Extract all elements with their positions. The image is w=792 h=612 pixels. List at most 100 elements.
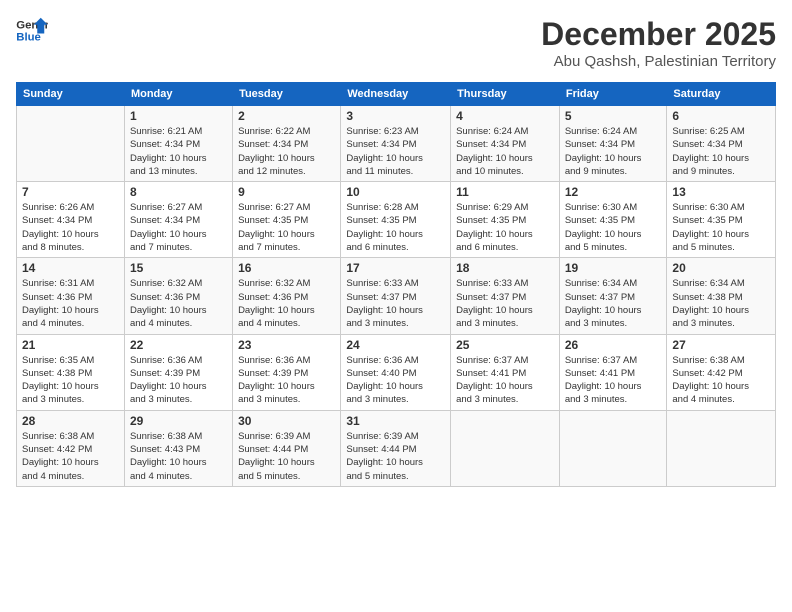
title-section: December 2025 Abu Qashsh, Palestinian Te… xyxy=(541,16,776,70)
calendar-cell: 30 Sunrise: 6:39 AM Sunset: 4:44 PM Dayli… xyxy=(233,410,341,486)
day-info: Sunrise: 6:24 AM Sunset: 4:34 PM Dayligh… xyxy=(456,125,554,178)
calendar-cell: 5 Sunrise: 6:24 AM Sunset: 4:34 PM Daylig… xyxy=(559,106,667,182)
month-title: December 2025 xyxy=(541,16,776,53)
day-info: Sunrise: 6:22 AM Sunset: 4:34 PM Dayligh… xyxy=(238,125,335,178)
day-info: Sunrise: 6:36 AM Sunset: 4:39 PM Dayligh… xyxy=(130,354,227,407)
day-number: 1 xyxy=(130,109,227,123)
day-number: 4 xyxy=(456,109,554,123)
day-number: 8 xyxy=(130,185,227,199)
calendar-cell: 19Sunrise: 6:34 AM Sunset: 4:37 PM Dayli… xyxy=(559,258,667,334)
calendar-cell: 29 Sunrise: 6:38 AM Sunset: 4:43 PM Dayli… xyxy=(124,410,232,486)
calendar-cell xyxy=(559,410,667,486)
calendar-cell: 14 Sunrise: 6:31 AM Sunset: 4:36 PM Dayli… xyxy=(17,258,125,334)
day-info: Sunrise: 6:39 AM Sunset: 4:44 PM Dayligh… xyxy=(238,430,335,483)
day-info: Sunrise: 6:39 AM Sunset: 4:44 PM Dayligh… xyxy=(346,430,445,483)
day-number: 26 xyxy=(565,338,662,352)
calendar-table: SundayMondayTuesdayWednesdayThursdayFrid… xyxy=(16,82,776,487)
day-number: 17 xyxy=(346,261,445,275)
day-number: 27 xyxy=(672,338,770,352)
calendar-week-4: 21Sunrise: 6:35 AM Sunset: 4:38 PM Dayli… xyxy=(17,334,776,410)
day-info: Sunrise: 6:21 AM Sunset: 4:34 PM Dayligh… xyxy=(130,125,227,178)
calendar-week-1: 1 Sunrise: 6:21 AM Sunset: 4:34 PM Daylig… xyxy=(17,106,776,182)
day-info: Sunrise: 6:24 AM Sunset: 4:34 PM Dayligh… xyxy=(565,125,662,178)
calendar-header-sunday: Sunday xyxy=(17,83,125,106)
day-number: 9 xyxy=(238,185,335,199)
calendar-cell: 1 Sunrise: 6:21 AM Sunset: 4:34 PM Daylig… xyxy=(124,106,232,182)
day-info: Sunrise: 6:32 AM Sunset: 4:36 PM Dayligh… xyxy=(130,277,227,330)
calendar-cell: 28Sunrise: 6:38 AM Sunset: 4:42 PM Dayli… xyxy=(17,410,125,486)
calendar-cell: 26 Sunrise: 6:37 AM Sunset: 4:41 PM Dayli… xyxy=(559,334,667,410)
calendar-cell: 25 Sunrise: 6:37 AM Sunset: 4:41 PM Dayli… xyxy=(451,334,560,410)
calendar-cell xyxy=(451,410,560,486)
calendar-cell: 15Sunrise: 6:32 AM Sunset: 4:36 PM Dayli… xyxy=(124,258,232,334)
day-info: Sunrise: 6:25 AM Sunset: 4:34 PM Dayligh… xyxy=(672,125,770,178)
day-number: 28 xyxy=(22,414,119,428)
calendar-header-row: SundayMondayTuesdayWednesdayThursdayFrid… xyxy=(17,83,776,106)
calendar-cell: 22 Sunrise: 6:36 AM Sunset: 4:39 PM Dayli… xyxy=(124,334,232,410)
day-number: 29 xyxy=(130,414,227,428)
day-number: 23 xyxy=(238,338,335,352)
day-number: 13 xyxy=(672,185,770,199)
day-info: Sunrise: 6:38 AM Sunset: 4:43 PM Dayligh… xyxy=(130,430,227,483)
day-number: 30 xyxy=(238,414,335,428)
day-info: Sunrise: 6:30 AM Sunset: 4:35 PM Dayligh… xyxy=(672,201,770,254)
calendar-cell: 18 Sunrise: 6:33 AM Sunset: 4:37 PM Dayli… xyxy=(451,258,560,334)
day-number: 12 xyxy=(565,185,662,199)
logo-icon: General Blue xyxy=(16,16,48,44)
day-info: Sunrise: 6:34 AM Sunset: 4:38 PM Dayligh… xyxy=(672,277,770,330)
calendar-cell xyxy=(667,410,776,486)
calendar-cell: 13 Sunrise: 6:30 AM Sunset: 4:35 PM Dayli… xyxy=(667,182,776,258)
day-number: 25 xyxy=(456,338,554,352)
day-info: Sunrise: 6:26 AM Sunset: 4:34 PM Dayligh… xyxy=(22,201,119,254)
calendar-cell: 11Sunrise: 6:29 AM Sunset: 4:35 PM Dayli… xyxy=(451,182,560,258)
day-number: 18 xyxy=(456,261,554,275)
calendar-header-monday: Monday xyxy=(124,83,232,106)
calendar-cell: 24Sunrise: 6:36 AM Sunset: 4:40 PM Dayli… xyxy=(341,334,451,410)
calendar-cell: 9 Sunrise: 6:27 AM Sunset: 4:35 PM Daylig… xyxy=(233,182,341,258)
calendar-cell xyxy=(17,106,125,182)
day-number: 14 xyxy=(22,261,119,275)
day-info: Sunrise: 6:36 AM Sunset: 4:39 PM Dayligh… xyxy=(238,354,335,407)
day-number: 10 xyxy=(346,185,445,199)
day-number: 11 xyxy=(456,185,554,199)
calendar-cell: 27 Sunrise: 6:38 AM Sunset: 4:42 PM Dayli… xyxy=(667,334,776,410)
calendar-cell: 23 Sunrise: 6:36 AM Sunset: 4:39 PM Dayli… xyxy=(233,334,341,410)
svg-text:Blue: Blue xyxy=(16,32,41,44)
calendar-cell: 17Sunrise: 6:33 AM Sunset: 4:37 PM Dayli… xyxy=(341,258,451,334)
calendar-cell: 31 Sunrise: 6:39 AM Sunset: 4:44 PM Dayli… xyxy=(341,410,451,486)
day-number: 22 xyxy=(130,338,227,352)
day-info: Sunrise: 6:32 AM Sunset: 4:36 PM Dayligh… xyxy=(238,277,335,330)
calendar-cell: 12 Sunrise: 6:30 AM Sunset: 4:35 PM Dayli… xyxy=(559,182,667,258)
day-number: 20 xyxy=(672,261,770,275)
calendar-header-tuesday: Tuesday xyxy=(233,83,341,106)
day-info: Sunrise: 6:37 AM Sunset: 4:41 PM Dayligh… xyxy=(565,354,662,407)
day-number: 6 xyxy=(672,109,770,123)
day-number: 5 xyxy=(565,109,662,123)
calendar-header-wednesday: Wednesday xyxy=(341,83,451,106)
day-info: Sunrise: 6:34 AM Sunset: 4:37 PM Dayligh… xyxy=(565,277,662,330)
day-number: 3 xyxy=(346,109,445,123)
calendar-cell: 21Sunrise: 6:35 AM Sunset: 4:38 PM Dayli… xyxy=(17,334,125,410)
calendar-cell: 10 Sunrise: 6:28 AM Sunset: 4:35 PM Dayli… xyxy=(341,182,451,258)
calendar-cell: 16Sunrise: 6:32 AM Sunset: 4:36 PM Dayli… xyxy=(233,258,341,334)
day-info: Sunrise: 6:27 AM Sunset: 4:35 PM Dayligh… xyxy=(238,201,335,254)
calendar-cell: 6 Sunrise: 6:25 AM Sunset: 4:34 PM Daylig… xyxy=(667,106,776,182)
day-info: Sunrise: 6:33 AM Sunset: 4:37 PM Dayligh… xyxy=(456,277,554,330)
day-info: Sunrise: 6:37 AM Sunset: 4:41 PM Dayligh… xyxy=(456,354,554,407)
calendar-week-3: 14 Sunrise: 6:31 AM Sunset: 4:36 PM Dayli… xyxy=(17,258,776,334)
day-info: Sunrise: 6:23 AM Sunset: 4:34 PM Dayligh… xyxy=(346,125,445,178)
day-info: Sunrise: 6:27 AM Sunset: 4:34 PM Dayligh… xyxy=(130,201,227,254)
day-info: Sunrise: 6:30 AM Sunset: 4:35 PM Dayligh… xyxy=(565,201,662,254)
calendar-header-friday: Friday xyxy=(559,83,667,106)
calendar-cell: 20 Sunrise: 6:34 AM Sunset: 4:38 PM Dayli… xyxy=(667,258,776,334)
day-info: Sunrise: 6:28 AM Sunset: 4:35 PM Dayligh… xyxy=(346,201,445,254)
day-number: 31 xyxy=(346,414,445,428)
calendar-cell: 7Sunrise: 6:26 AM Sunset: 4:34 PM Daylig… xyxy=(17,182,125,258)
day-info: Sunrise: 6:36 AM Sunset: 4:40 PM Dayligh… xyxy=(346,354,445,407)
day-info: Sunrise: 6:38 AM Sunset: 4:42 PM Dayligh… xyxy=(672,354,770,407)
calendar-cell: 3 Sunrise: 6:23 AM Sunset: 4:34 PM Daylig… xyxy=(341,106,451,182)
calendar-cell: 4 Sunrise: 6:24 AM Sunset: 4:34 PM Daylig… xyxy=(451,106,560,182)
day-number: 21 xyxy=(22,338,119,352)
calendar-cell: 2Sunrise: 6:22 AM Sunset: 4:34 PM Daylig… xyxy=(233,106,341,182)
day-info: Sunrise: 6:31 AM Sunset: 4:36 PM Dayligh… xyxy=(22,277,119,330)
